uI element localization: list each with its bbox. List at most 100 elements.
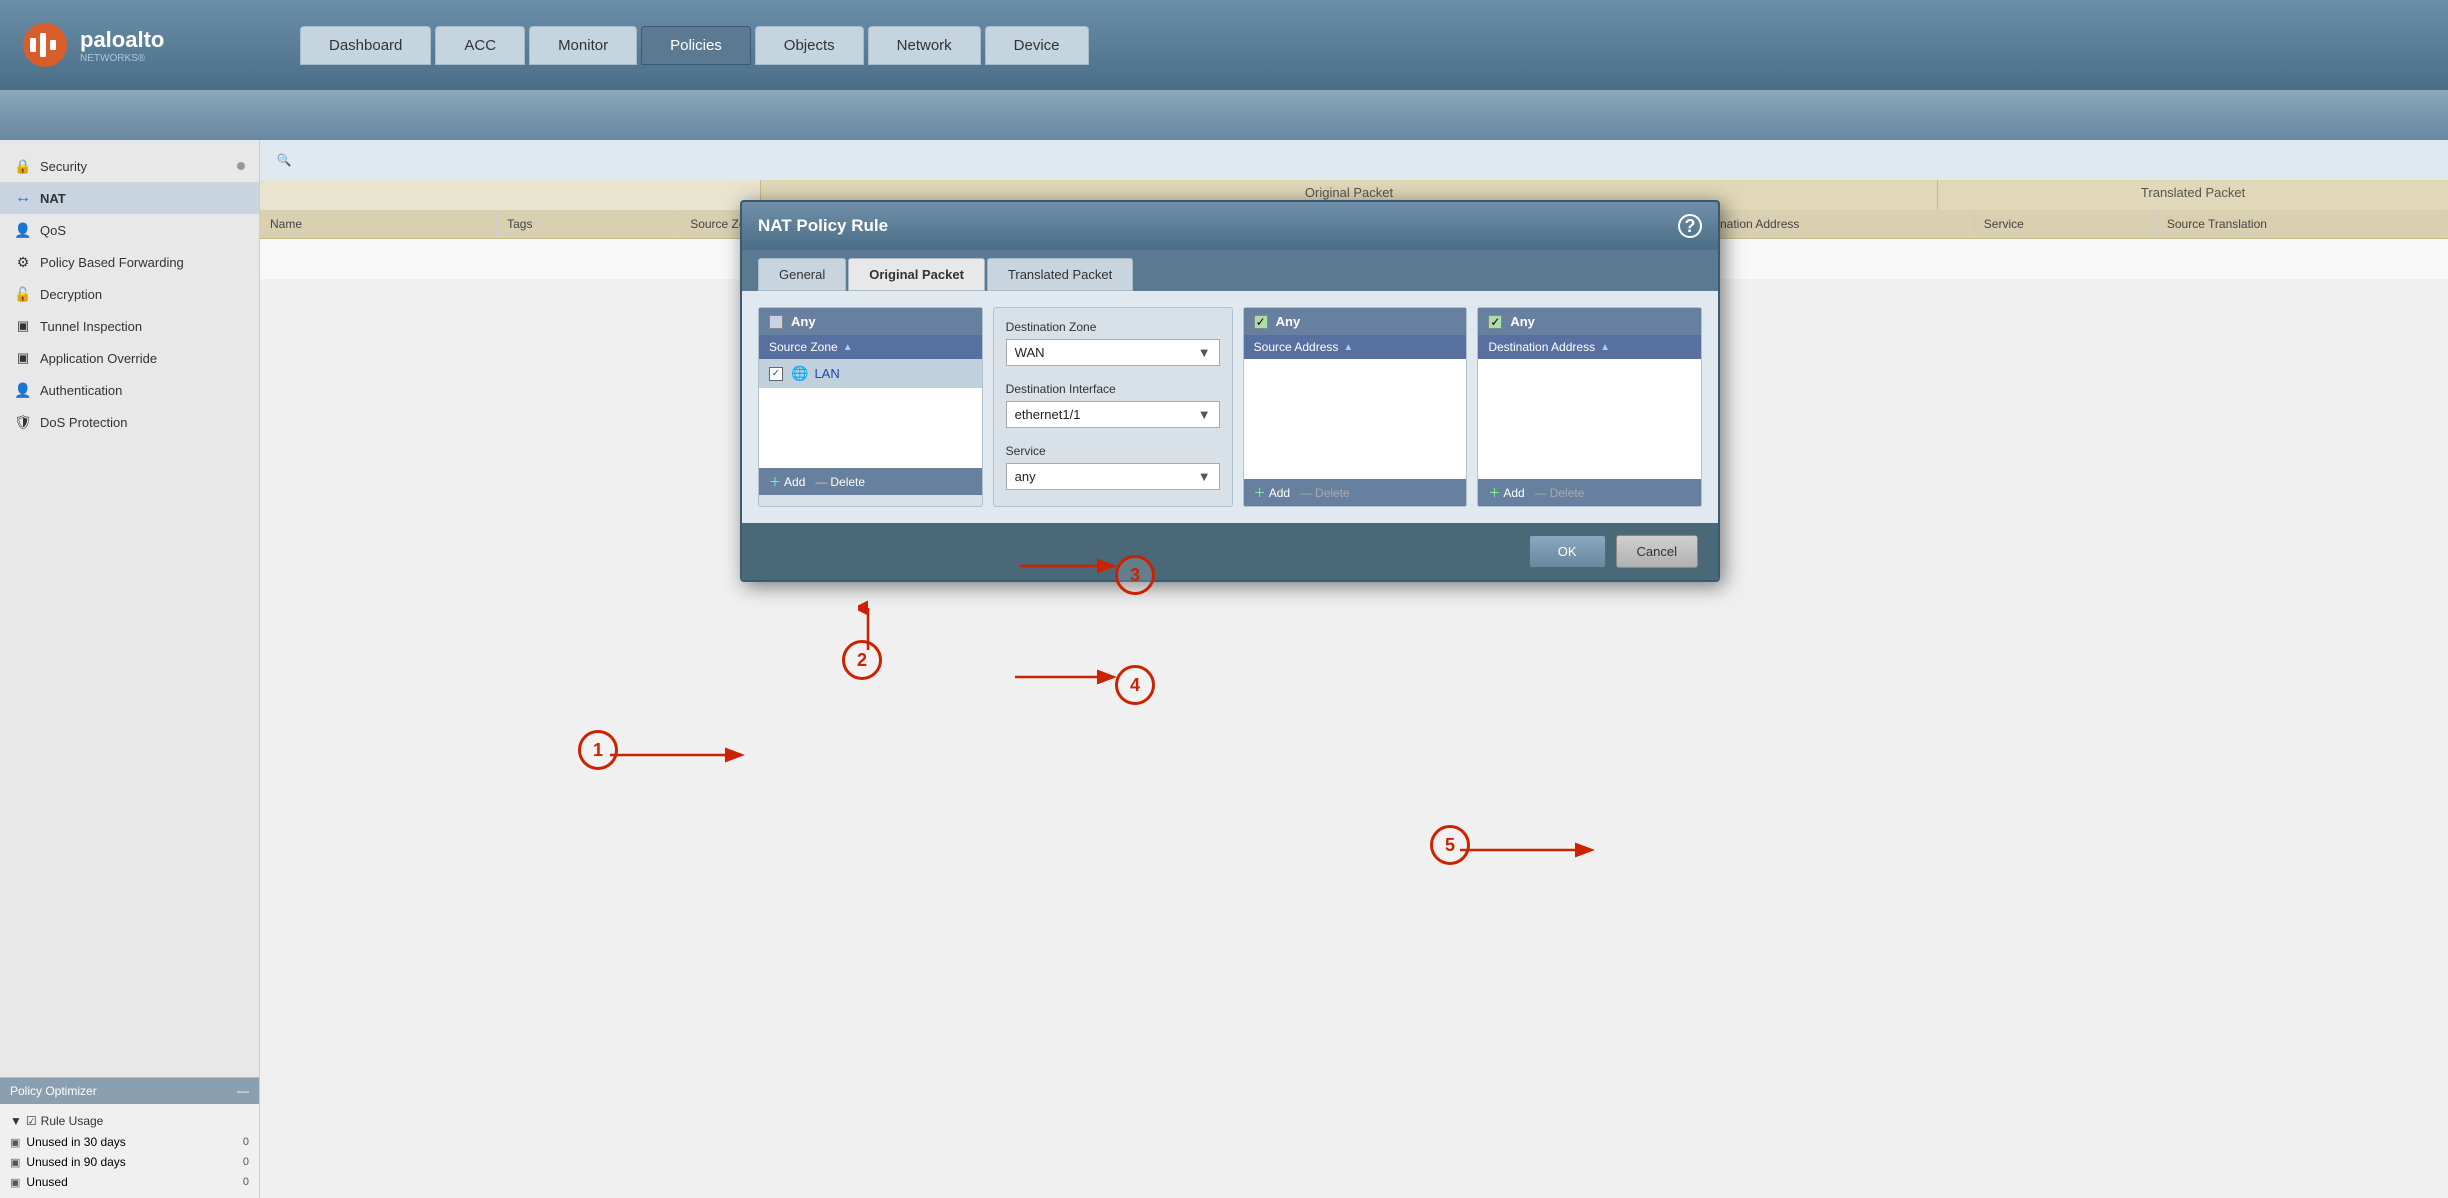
ok-button[interactable]: OK <box>1529 535 1606 568</box>
service-group: Service any ▼ <box>1006 444 1220 490</box>
source-zone-any-label: Any <box>791 314 816 329</box>
po-checkbox[interactable]: ☑ <box>26 1114 37 1128</box>
service-arrow: ▼ <box>1198 469 1211 484</box>
sidebar-label-decryption: Decryption <box>40 287 102 302</box>
source-zone-footer: ＋ Add — Delete <box>759 468 982 495</box>
source-address-add-button[interactable]: ＋ Add <box>1254 484 1290 501</box>
main-layout: 🔒 Security ↔ NAT 👤 QoS ⚙ Policy Based Fo… <box>0 140 2448 1198</box>
auth-icon: 👤 <box>14 381 32 399</box>
source-zone-add-button[interactable]: ＋ Add <box>769 473 805 490</box>
source-zone-lan-row[interactable]: ✓ 🌐 LAN <box>759 359 982 388</box>
dest-address-sort-arrow: ▲ <box>1600 342 1610 353</box>
dest-address-add-icon: ＋ <box>1488 484 1500 501</box>
sidebar-item-nat[interactable]: ↔ NAT <box>0 182 259 214</box>
nat-policy-rule-dialog: NAT Policy Rule ? General Original Packe… <box>740 200 1720 582</box>
annotation-arrow-5 <box>1460 840 1600 860</box>
appoverride-icon: ▣ <box>14 349 32 367</box>
source-zone-empty-area <box>759 388 982 468</box>
service-value: any <box>1015 469 1036 484</box>
destination-zone-value: WAN <box>1015 345 1045 360</box>
po-unused-icon: ▣ <box>10 1176 20 1189</box>
dest-address-add-button[interactable]: ＋ Add <box>1488 484 1524 501</box>
nav-tab-device[interactable]: Device <box>985 26 1089 65</box>
po-rule-usage: ▼ ☑ Rule Usage <box>10 1110 249 1132</box>
annotation-arrow-4 <box>1015 667 1120 687</box>
sidebar-item-decryption[interactable]: 🔓 Decryption <box>0 278 259 310</box>
destination-interface-label: Destination Interface <box>1006 382 1220 396</box>
dest-addr-any-checkbox[interactable]: ✓ <box>1488 315 1502 329</box>
po-unused-label: Unused <box>26 1175 67 1189</box>
dos-icon: 🛡 <box>14 413 32 431</box>
paloalto-logo-icon <box>20 20 70 70</box>
po-expand-icon[interactable]: ▼ <box>10 1114 22 1128</box>
destination-interface-arrow: ▼ <box>1198 407 1211 422</box>
source-address-delete-icon: — <box>1300 486 1312 500</box>
sidebar: 🔒 Security ↔ NAT 👤 QoS ⚙ Policy Based Fo… <box>0 140 260 1198</box>
source-addr-any-checkbox[interactable]: ✓ <box>1254 315 1268 329</box>
destination-interface-select[interactable]: ethernet1/1 ▼ <box>1006 401 1220 428</box>
dialog-tabs: General Original Packet Translated Packe… <box>742 250 1718 291</box>
dialog-tab-original-packet[interactable]: Original Packet <box>848 258 985 291</box>
cancel-button[interactable]: Cancel <box>1616 535 1698 568</box>
search-icon: 🔍 <box>272 148 296 172</box>
source-zone-delete-button[interactable]: — Delete <box>815 473 865 490</box>
nav-tab-objects[interactable]: Objects <box>755 26 864 65</box>
dialog-title: NAT Policy Rule <box>758 216 888 236</box>
dialog-footer: OK Cancel <box>742 523 1718 580</box>
sidebar-label-auth: Authentication <box>40 383 122 398</box>
po-unused-30: ▣ Unused in 30 days 0 <box>10 1132 249 1152</box>
source-address-footer: ＋ Add — Delete <box>1244 479 1467 506</box>
dialog-tab-general[interactable]: General <box>758 258 846 291</box>
destination-zone-select[interactable]: WAN ▼ <box>1006 339 1220 366</box>
dest-address-delete-icon: — <box>1535 486 1547 500</box>
po-unused30-icon: ▣ <box>10 1136 20 1149</box>
source-zone-any-checkbox[interactable] <box>769 315 783 329</box>
nav-tab-dashboard[interactable]: Dashboard <box>300 26 431 65</box>
source-address-col-header: Source Address ▲ <box>1244 335 1467 359</box>
destination-interface-group: Destination Interface ethernet1/1 ▼ <box>1006 382 1220 428</box>
sidebar-item-auth[interactable]: 👤 Authentication <box>0 374 259 406</box>
nat-icon: ↔ <box>14 189 32 207</box>
dialog-tab-translated-packet[interactable]: Translated Packet <box>987 258 1133 291</box>
sidebar-item-dos[interactable]: 🛡 DoS Protection <box>0 406 259 438</box>
service-select[interactable]: any ▼ <box>1006 463 1220 490</box>
source-address-delete-button: — Delete <box>1300 484 1350 501</box>
sub-header <box>0 90 2448 140</box>
sidebar-item-pbf[interactable]: ⚙ Policy Based Forwarding <box>0 246 259 278</box>
source-address-col-label: Source Address <box>1254 340 1339 354</box>
nav-tab-policies[interactable]: Policies <box>641 26 751 65</box>
security-icon: 🔒 <box>14 157 32 175</box>
dest-address-delete-button: — Delete <box>1535 484 1585 501</box>
nav-tab-network[interactable]: Network <box>868 26 981 65</box>
sidebar-item-qos[interactable]: 👤 QoS <box>0 214 259 246</box>
po-unused30-label: Unused in 30 days <box>26 1135 125 1149</box>
sidebar-item-tunnel[interactable]: ▣ Tunnel Inspection <box>0 310 259 342</box>
source-zone-col-label: Source Zone <box>769 340 838 354</box>
po-section-label: Rule Usage <box>41 1114 104 1128</box>
destination-settings-panel: Destination Zone WAN ▼ Destination Inter… <box>993 307 1233 507</box>
source-zone-add-label: Add <box>784 475 805 489</box>
sidebar-label-tunnel: Tunnel Inspection <box>40 319 142 334</box>
source-zone-lan-checkbox[interactable]: ✓ <box>769 367 783 381</box>
destination-address-panel: ✓ Any Destination Address ▲ ＋ Add <box>1477 307 1702 507</box>
nav-tab-acc[interactable]: ACC <box>435 26 525 65</box>
annotation-arrow-1 <box>610 745 750 765</box>
dialog-header: NAT Policy Rule ? <box>742 202 1718 250</box>
source-zone-lan-label: LAN <box>814 366 839 381</box>
sidebar-item-appoverride[interactable]: ▣ Application Override <box>0 342 259 374</box>
col-source-translation: Source Translation <box>2157 213 2448 235</box>
sidebar-label-nat: NAT <box>40 191 66 206</box>
po-unused-count: 0 <box>243 1176 249 1188</box>
dest-address-any-row: ✓ Any <box>1478 308 1701 335</box>
sidebar-item-security[interactable]: 🔒 Security <box>0 150 259 182</box>
col-dest-address: Destination Address <box>1683 213 1974 235</box>
dest-address-footer: ＋ Add — Delete <box>1478 479 1701 506</box>
po-minimize-button[interactable]: — <box>237 1084 249 1098</box>
dialog-help-button[interactable]: ? <box>1678 214 1702 238</box>
source-zone-col-header: Source Zone ▲ <box>759 335 982 359</box>
nav-tab-monitor[interactable]: Monitor <box>529 26 637 65</box>
sidebar-label-qos: QoS <box>40 223 66 238</box>
col-tags: Tags <box>497 213 680 235</box>
policy-optimizer-header: Policy Optimizer — <box>0 1078 259 1104</box>
app-subtitle: NETWORKS® <box>80 53 164 64</box>
